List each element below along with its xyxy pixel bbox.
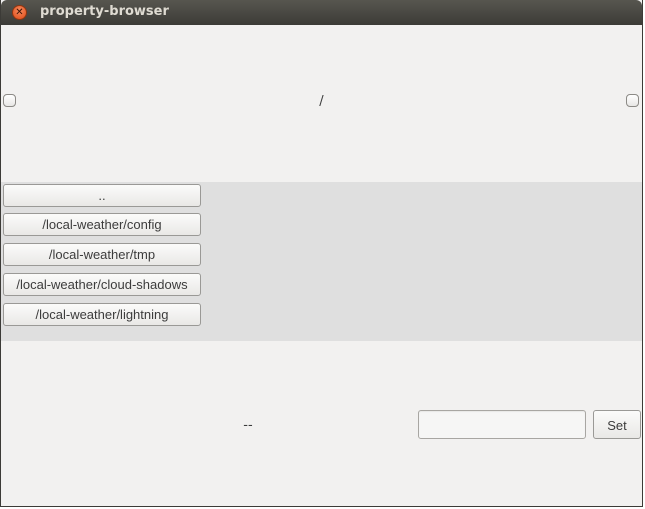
title-bar[interactable]: ✕ property-browser: [1, 0, 642, 25]
node-button-lightning[interactable]: /local-weather/lightning: [3, 303, 201, 326]
right-checkbox[interactable]: [626, 94, 639, 107]
current-value-label: --: [243, 418, 253, 433]
value-input[interactable]: [418, 410, 586, 439]
node-button-tmp[interactable]: /local-weather/tmp: [3, 243, 201, 266]
current-path-label: /: [319, 94, 324, 109]
property-node-list: .. /local-weather/config /local-weather/…: [1, 182, 642, 341]
close-icon[interactable]: ✕: [12, 5, 27, 20]
window-title: property-browser: [40, 4, 169, 19]
app-window: ✕ property-browser / .. /local-weather/c…: [0, 0, 643, 507]
node-button-config[interactable]: /local-weather/config: [3, 213, 201, 236]
node-button-cloud-shadows[interactable]: /local-weather/cloud-shadows: [3, 273, 201, 296]
parent-dir-button[interactable]: ..: [3, 184, 201, 207]
set-button[interactable]: Set: [593, 410, 641, 439]
value-editor: -- Set: [1, 341, 642, 506]
path-row: /: [1, 25, 642, 182]
